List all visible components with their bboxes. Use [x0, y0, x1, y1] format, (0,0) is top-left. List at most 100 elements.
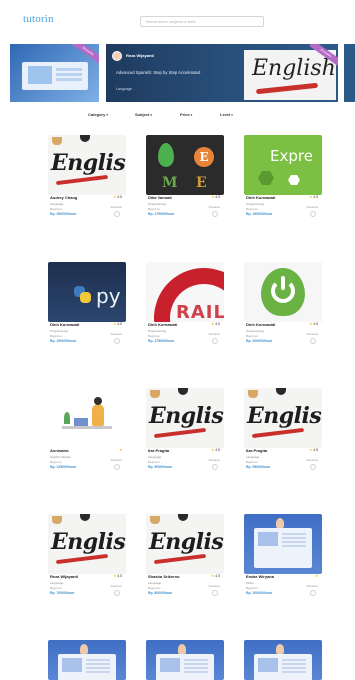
card-reviews: Reviews	[110, 205, 122, 209]
star-icon: ★	[113, 322, 117, 326]
tutor-card[interactable]: Endar Wiryana ★ Office Reviews Beginner Rp. …	[244, 514, 322, 596]
carousel-slide-next[interactable]	[344, 44, 355, 102]
tutor-card[interactable]: Expre Dinh Kurnawati ★ 4.5 Programming Revie…	[244, 135, 322, 217]
card-rating: ★ 4.5	[211, 574, 220, 578]
heart-icon[interactable]	[212, 211, 218, 217]
card-tutor-name[interactable]: Shasha Srikerno	[148, 574, 180, 579]
card-thumbnail: English	[146, 514, 224, 574]
card-tutor-name[interactable]: Dinh Kurnawati	[50, 322, 79, 327]
star-icon: ★	[211, 574, 215, 578]
heart-icon[interactable]	[212, 590, 218, 596]
tutor-card[interactable]	[48, 640, 126, 680]
card-rating-value: 4.5	[215, 448, 220, 452]
thumb-figure	[276, 644, 284, 654]
thumb-swoosh	[153, 427, 207, 439]
tutor-card[interactable]	[146, 640, 224, 680]
logo[interactable]: tutorin	[23, 13, 54, 25]
card-tutor-name[interactable]: Reza Wijayanti	[50, 574, 78, 579]
card-tutor-name[interactable]: Annisatra	[50, 448, 68, 453]
heart-icon[interactable]	[114, 211, 120, 217]
filter-category[interactable]: Category▾	[88, 112, 108, 117]
card-tutor-name[interactable]: Dinh Kurnawati	[148, 322, 177, 327]
thumb-word: English	[51, 529, 126, 555]
heart-icon[interactable]	[114, 464, 120, 470]
filter-price[interactable]: Price▾	[180, 112, 192, 117]
heart-icon[interactable]	[212, 464, 218, 470]
filter-level[interactable]: Level▾	[220, 112, 233, 117]
card-tutor-name[interactable]: Ilza Pragita	[148, 448, 169, 453]
card-price: Rp. 90000/hour	[148, 465, 173, 469]
carousel-slide-active[interactable]: Reza Wijayanti Advanced Spanish: Step by…	[106, 44, 338, 102]
card-rating: ★	[119, 448, 122, 452]
card-tutor-name[interactable]: Ilza Pragita	[246, 448, 267, 453]
card-subject: Programming	[148, 202, 167, 206]
tutor-card[interactable]: E M E Dika Vannati ★ 4.5 Programming Reviews Be…	[146, 135, 224, 217]
tutor-card[interactable]: English Shasha Srikerno ★ 4.5 Language Revie…	[146, 514, 224, 596]
card-subject: Programming	[148, 329, 167, 333]
heart-icon[interactable]	[114, 338, 120, 344]
tutor-card[interactable]: Annisatra ★ Graphic Design Reviews Beginner…	[48, 388, 126, 470]
star-icon: ★	[211, 448, 215, 452]
filter-price-label: Price	[180, 112, 190, 117]
mongodb-logo	[158, 143, 174, 167]
thumb-word: RAILS	[176, 302, 224, 322]
featured-carousel[interactable]: Bestseller Reza Wijayanti Advanced Spani…	[0, 44, 355, 102]
thumb-swoosh	[251, 427, 305, 439]
card-tutor-name[interactable]: Dinh Kurnawati	[246, 322, 275, 327]
heart-icon[interactable]	[310, 211, 316, 217]
card-reviews: Reviews	[306, 458, 318, 462]
carousel-dots[interactable]	[178, 94, 188, 102]
tutor-card[interactable]: py Dinh Kurnawati ★ 4.5 Programming Reviews B…	[48, 262, 126, 344]
thumb-cup	[150, 390, 160, 398]
card-price: Rp. 95000/hour	[246, 465, 271, 469]
tutor-card[interactable]: Dinh Kurnawati ★ 4.5 Programming Reviews Beg…	[244, 262, 322, 344]
card-thumbnail: RAILS	[146, 262, 224, 322]
card-thumbnail	[244, 640, 322, 680]
card-reviews: Reviews	[110, 458, 122, 462]
card-rating: ★ 4.5	[309, 322, 318, 326]
tutor-card[interactable]: English Ilza Pragita ★ 4.5 Language Reviews B…	[244, 388, 322, 470]
star-icon: ★	[113, 574, 117, 578]
card-rating-value: 4.5	[313, 195, 318, 199]
tutor-card[interactable]	[244, 640, 322, 680]
thumb-figure	[178, 644, 186, 654]
card-thumbnail	[244, 262, 322, 322]
card-subject: Programming	[246, 329, 265, 333]
thumb-lamp	[276, 388, 286, 395]
card-tutor-name[interactable]: Dinh Kurnawati	[246, 195, 275, 200]
tutor-card[interactable]: English Reza Wijayanti ★ 4.5 Language Review…	[48, 514, 126, 596]
heart-icon[interactable]	[310, 338, 316, 344]
slide-illustration	[22, 62, 88, 90]
card-reviews: Reviews	[208, 584, 220, 588]
thumb-cup	[52, 516, 62, 524]
card-reviews: Reviews	[208, 332, 220, 336]
card-level: Beginner	[246, 460, 259, 464]
card-thumbnail	[146, 640, 224, 680]
tutor-card[interactable]: RAILSDinh Kurnawati ★ 4.5 Programming Revie…	[146, 262, 224, 344]
card-price: Rp. 150000/hour	[246, 212, 273, 216]
card-price: Rp. 175000/hour	[148, 212, 175, 216]
heart-icon[interactable]	[310, 590, 316, 596]
card-subject: Language	[50, 202, 64, 206]
heart-icon[interactable]	[212, 338, 218, 344]
thumb-word: English	[149, 529, 224, 555]
card-tutor-name[interactable]: Audrey Chang	[50, 195, 77, 200]
card-rating-value: 4.5	[117, 574, 122, 578]
slide-art-swoosh	[255, 82, 319, 95]
card-tutor-name[interactable]: Endar Wiryana	[246, 574, 274, 579]
star-icon: ★	[309, 448, 313, 452]
card-tutor-name[interactable]: Dika Vannati	[148, 195, 172, 200]
carousel-slide-prev[interactable]: Bestseller	[10, 44, 99, 102]
tutor-card[interactable]: English Audrey Chang ★ 4.5 Language Reviews B…	[48, 135, 126, 217]
tutor-card[interactable]: English Ilza Pragita ★ 4.5 Language Reviews B…	[146, 388, 224, 470]
search-input[interactable]: Search tutors, subjects or skills	[140, 16, 264, 27]
heart-icon[interactable]	[114, 590, 120, 596]
card-price: Rp. 175000/hour	[148, 339, 175, 343]
heart-icon[interactable]	[310, 464, 316, 470]
card-rating-value: 4.5	[313, 322, 318, 326]
avatar	[112, 51, 122, 61]
card-price: Rp. 80000/hour	[148, 591, 173, 595]
thumb-word: py	[96, 284, 121, 308]
card-rating: ★ 4.5	[309, 448, 318, 452]
filter-subject[interactable]: Subject▾	[135, 112, 152, 117]
